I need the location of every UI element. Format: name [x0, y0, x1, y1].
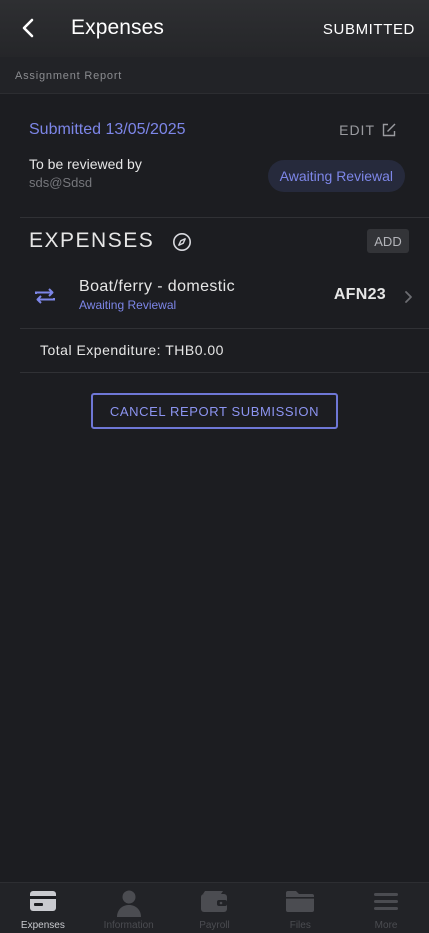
tab-label: Information	[103, 920, 154, 931]
bottom-tab-bar: Expenses Information Payroll Files More	[0, 882, 429, 933]
back-button[interactable]	[16, 16, 40, 40]
tab-files[interactable]: Files	[257, 883, 343, 933]
compass-icon[interactable]	[172, 232, 192, 252]
divider	[20, 328, 429, 329]
tab-label: More	[374, 920, 398, 931]
app-header: Expenses SUBMITTED	[0, 0, 429, 57]
tab-label: Payroll	[199, 920, 230, 931]
expenses-heading: EXPENSES	[29, 229, 155, 252]
chevron-left-icon	[22, 18, 34, 38]
expense-title: Boat/ferry - domestic	[79, 278, 236, 295]
transfer-icon	[35, 288, 55, 304]
reviewer-label: To be reviewed by	[29, 156, 142, 172]
page-title: Expenses	[71, 16, 165, 39]
tab-expenses[interactable]: Expenses	[0, 883, 86, 933]
edit-label: EDIT	[339, 122, 375, 138]
divider	[20, 217, 429, 218]
submitted-date: Submitted 13/05/2025	[29, 121, 186, 138]
section-header: Assignment Report	[0, 57, 429, 94]
expense-status: Awaiting Reviewal	[79, 298, 177, 312]
tab-label: Files	[289, 920, 311, 931]
chevron-right-icon	[405, 291, 412, 303]
wallet-icon	[201, 891, 228, 912]
menu-icon	[374, 893, 399, 910]
total-expenditure: Total Expenditure: THB0.00	[40, 342, 224, 358]
status-badge: Awaiting Reviewal	[267, 160, 405, 192]
report-status-label: SUBMITTED	[322, 21, 415, 38]
tab-more[interactable]: More	[343, 883, 429, 933]
divider	[20, 372, 429, 373]
cancel-submission-button[interactable]: CANCEL REPORT SUBMISSION	[91, 393, 338, 429]
tab-label: Expenses	[20, 920, 65, 931]
tab-payroll[interactable]: Payroll	[172, 883, 258, 933]
tab-information[interactable]: Information	[86, 883, 172, 933]
edit-button[interactable]: EDIT	[339, 122, 397, 138]
card-icon	[29, 891, 56, 911]
reviewer-email: sds@Sdsd	[29, 175, 93, 190]
person-icon	[116, 890, 141, 917]
section-title: Assignment Report	[15, 70, 123, 82]
add-expense-button[interactable]: ADD	[367, 229, 409, 253]
edit-icon	[382, 123, 396, 137]
folder-icon	[286, 891, 315, 912]
expense-amount: AFN23	[333, 286, 386, 303]
